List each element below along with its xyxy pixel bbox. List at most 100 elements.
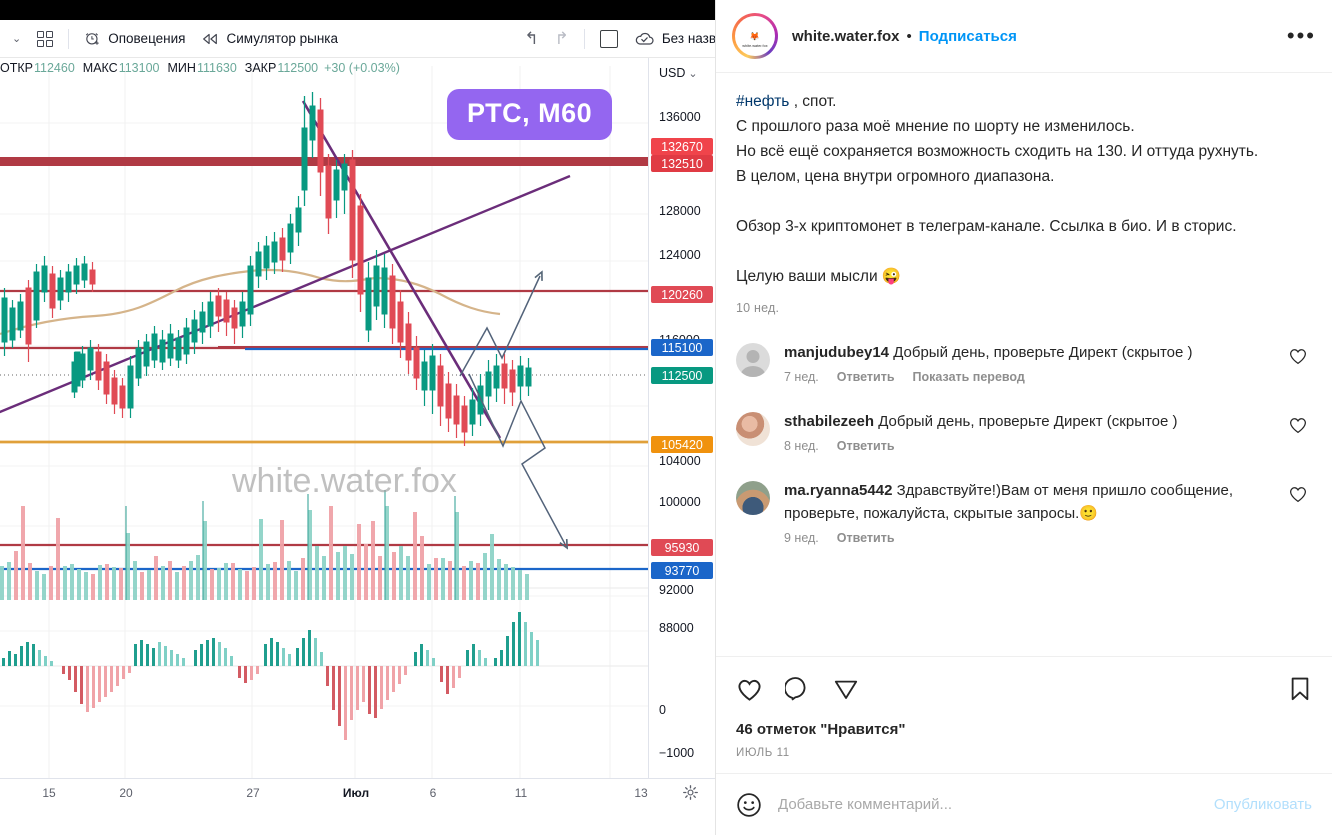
- comment-item: sthabilezeeh Добрый день, проверьте Дире…: [736, 410, 1312, 453]
- time-tick: 11: [514, 786, 528, 800]
- alerts-label: Оповецения: [108, 31, 186, 46]
- caption-line-6: Целую ваши мысли 😜: [736, 268, 902, 285]
- fullscreen-button[interactable]: [592, 26, 626, 52]
- time-tick: 20: [119, 786, 133, 800]
- more-options-icon[interactable]: •••: [1287, 25, 1316, 47]
- ohlc-open-label: ОТКР: [0, 61, 33, 75]
- ohlc-low-label: МИН: [167, 61, 196, 75]
- emoji-picker-button[interactable]: [736, 792, 762, 818]
- caption-hashtag[interactable]: #нефть: [736, 93, 789, 110]
- comment-text: Добрый день, проверьте Директ (скрытое ): [874, 413, 1178, 430]
- follow-button[interactable]: Подписаться: [919, 28, 1017, 45]
- time-tick: 13: [634, 786, 648, 800]
- price-label-pill: 93770: [651, 562, 713, 579]
- tradingview-chart-pane: ⌄ Оповецения Симулятор рынка ↰ ↱ Без наз…: [0, 0, 716, 835]
- price-tick: 128000: [659, 204, 701, 218]
- price-label-pill: 115100: [651, 339, 713, 356]
- post-actions: 46 отметок "Нравится" ИЮЛЬ 11: [716, 656, 1332, 773]
- comment-input[interactable]: [778, 796, 1214, 813]
- undo-button[interactable]: ↰: [516, 26, 546, 51]
- post-body-scroll[interactable]: #нефть , спот. С прошлого раза моё мнени…: [716, 73, 1332, 656]
- layout-button[interactable]: [29, 27, 61, 51]
- replay-button[interactable]: Симулятор рынка: [193, 27, 346, 50]
- like-comment-button[interactable]: [1288, 416, 1312, 453]
- post-comment-button[interactable]: Опубликовать: [1214, 796, 1312, 813]
- price-tick: −1000: [659, 746, 695, 760]
- share-paperplane-icon: [834, 680, 858, 699]
- comment-body: sthabilezeeh Добрый день, проверьте Дире…: [784, 410, 1288, 453]
- avatar-image: 🦊 white.water.fox: [735, 16, 775, 56]
- price-scale[interactable]: USD ⌄ 136000 128000 124000 116000 104000…: [648, 58, 715, 778]
- comment-username[interactable]: manjudubey14: [784, 344, 889, 361]
- price-tick: 124000: [659, 248, 701, 262]
- price-tick: 136000: [659, 110, 701, 124]
- action-icon-row: [736, 669, 1312, 709]
- alerts-button[interactable]: Оповецения: [76, 26, 193, 51]
- ohlc-high-value: 113100: [118, 61, 160, 75]
- comment-username[interactable]: sthabilezeeh: [784, 413, 874, 430]
- avatar[interactable]: [736, 412, 770, 446]
- chevron-down-icon: ⌄: [12, 33, 22, 45]
- toolbar-chevron-button[interactable]: ⌄: [0, 28, 29, 49]
- comment-text-line: sthabilezeeh Добрый день, проверьте Дире…: [784, 410, 1278, 433]
- comment-meta: 8 нед. Ответить: [784, 439, 1278, 453]
- caption-line-5: Обзор 3-х криптомонет в телеграм-канале.…: [736, 218, 1237, 235]
- likes-count[interactable]: 46 отметок "Нравится": [736, 721, 1312, 738]
- ohlc-open-value: 112460: [33, 61, 75, 75]
- time-tick: 27: [246, 786, 260, 800]
- ohlc-close-value: 112500: [277, 61, 319, 75]
- comment-timestamp: 8 нед.: [784, 439, 819, 453]
- time-scale-filler: [0, 808, 715, 835]
- ohlc-low-value: 111630: [196, 61, 237, 75]
- like-comment-button[interactable]: [1288, 485, 1312, 545]
- comment-username[interactable]: ma.ryanna5442: [784, 482, 892, 499]
- time-scale[interactable]: 15 20 27 Июл 6 11 13: [0, 778, 715, 808]
- price-label-pill: 132670: [651, 138, 713, 155]
- avatar[interactable]: [736, 343, 770, 377]
- window-top-black-strip: [0, 0, 715, 20]
- separator-dot: •: [906, 27, 912, 45]
- caption-line-2: С прошлого раза моё мнение по шорту не и…: [736, 118, 1135, 135]
- reply-button[interactable]: Ответить: [837, 531, 895, 545]
- gear-icon[interactable]: [683, 785, 698, 800]
- comment-item: manjudubey14 Добрый день, проверьте Дире…: [736, 341, 1312, 384]
- comment-meta: 9 нед. Ответить: [784, 531, 1278, 545]
- comment-meta: 7 нед. Ответить Показать перевод: [784, 370, 1278, 384]
- comment-timestamp: 7 нед.: [784, 370, 819, 384]
- heart-icon: [1290, 418, 1306, 434]
- show-translation-button[interactable]: Показать перевод: [913, 370, 1025, 384]
- chart-toolbar: ⌄ Оповецения Симулятор рынка ↰ ↱ Без наз…: [0, 20, 716, 58]
- price-label-pill: 132510: [651, 155, 713, 172]
- comment-button[interactable]: [785, 676, 811, 702]
- save-button[interactable]: [1288, 676, 1312, 702]
- reply-button[interactable]: Ответить: [837, 439, 895, 453]
- toolbar-divider-2: [583, 28, 585, 49]
- like-button[interactable]: [736, 677, 763, 702]
- comment-body: ma.ryanna5442 Здравствуйте!)Вам от меня …: [784, 479, 1288, 545]
- chart-plot-area[interactable]: [0, 66, 648, 778]
- avatar[interactable]: [736, 481, 770, 515]
- price-tick: 104000: [659, 454, 701, 468]
- redo-icon: ↱: [554, 29, 569, 48]
- ohlc-change-value: +30 (+0.03%): [324, 61, 400, 75]
- like-comment-button[interactable]: [1288, 347, 1312, 384]
- post-username[interactable]: white.water.fox: [792, 28, 900, 45]
- reply-button[interactable]: Ответить: [837, 370, 895, 384]
- avatar[interactable]: 🦊 white.water.fox: [732, 13, 778, 59]
- price-tick: 0: [659, 703, 666, 717]
- comment-item: ma.ryanna5442 Здравствуйте!)Вам от меня …: [736, 479, 1312, 545]
- price-label-pill: 95930: [651, 539, 713, 556]
- symbol-timeframe-badge: РТС, M60: [447, 89, 613, 140]
- post-header: 🦊 white.water.fox white.water.fox • Подп…: [716, 0, 1332, 73]
- caption-line-1: , спот.: [789, 93, 837, 110]
- save-layout-label: Без назв: [661, 31, 716, 46]
- share-button[interactable]: [833, 676, 859, 702]
- price-label-pill: 120260: [651, 286, 713, 303]
- redo-button[interactable]: ↱: [547, 26, 577, 51]
- price-tick: 92000: [659, 583, 694, 597]
- save-layout-button[interactable]: Без назв: [626, 27, 716, 51]
- caption-line-4: В целом, цена внутри огромного диапазона…: [736, 168, 1055, 185]
- time-tick: Июл: [342, 786, 370, 800]
